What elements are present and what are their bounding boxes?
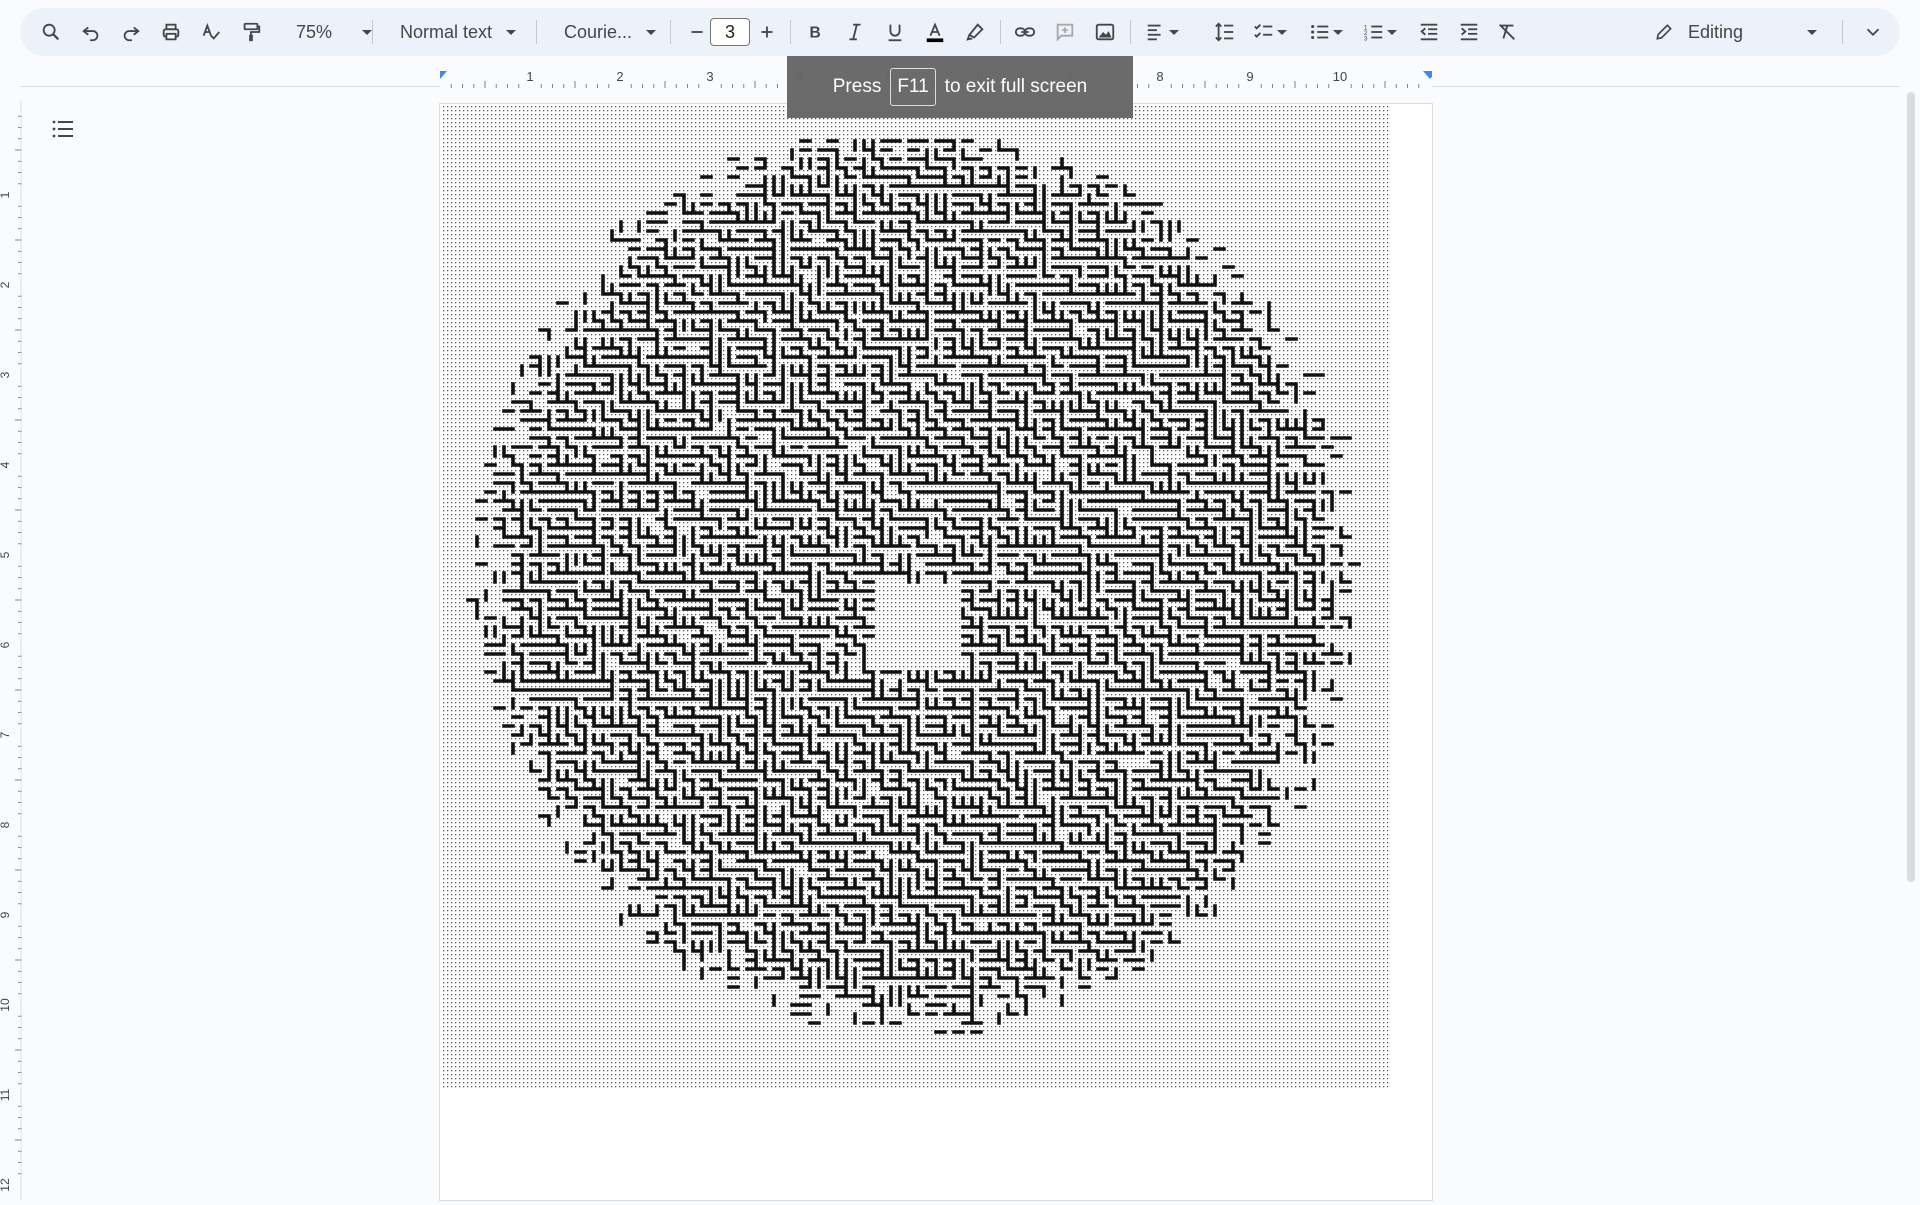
font-value: Courie...: [563, 21, 633, 42]
paragraph-style-value: Normal text: [399, 21, 493, 42]
ruler-number: 1: [0, 191, 12, 198]
ruler-number: 3: [0, 371, 12, 378]
ruler-number: 3: [706, 69, 713, 84]
editing-mode-select[interactable]: Editing: [1654, 8, 1832, 56]
ruler-scale: 123456789101112: [0, 100, 22, 1200]
ruler-number: 8: [0, 821, 12, 828]
increase-indent-icon[interactable]: [1452, 8, 1486, 56]
add-comment-icon[interactable]: [1048, 8, 1082, 56]
line-spacing-icon[interactable]: [1208, 8, 1242, 56]
ruler-number: 11: [0, 1088, 12, 1101]
divider: [1842, 20, 1843, 44]
clear-formatting-icon[interactable]: [1490, 8, 1524, 56]
ruler-number: 9: [0, 911, 12, 918]
numbered-list-button[interactable]: 123: [1358, 8, 1402, 56]
chevron-down-icon: [506, 29, 517, 35]
ruler-number: 5: [0, 551, 12, 558]
align-left-button[interactable]: [1140, 8, 1184, 56]
divider: [536, 20, 537, 44]
ruler-number: 10: [0, 998, 12, 1012]
chevron-down-icon: [1807, 29, 1818, 35]
svg-text:B: B: [810, 25, 821, 42]
font-select[interactable]: Courie...: [550, 8, 670, 56]
font-size-input[interactable]: 3: [710, 18, 750, 46]
text-color-button[interactable]: [918, 8, 952, 56]
bulleted-list-button[interactable]: [1304, 8, 1348, 56]
ruler-number: 12: [0, 1178, 12, 1192]
ruler-number: 4: [0, 461, 12, 468]
insert-link-icon[interactable]: [1008, 8, 1042, 56]
divider: [1130, 20, 1131, 44]
divider: [790, 20, 791, 44]
vertical-ruler[interactable]: 123456789101112: [0, 100, 22, 1200]
divider: [670, 20, 671, 44]
zoom-value: 75%: [295, 21, 333, 42]
bold-button[interactable]: B: [798, 8, 832, 56]
checklist-button[interactable]: [1248, 8, 1292, 56]
italic-button[interactable]: [838, 8, 872, 56]
chevron-down-icon: [1277, 29, 1287, 35]
chevron-down-icon: [1169, 29, 1179, 35]
toast-key: F11: [890, 68, 936, 106]
chevron-down-icon: [362, 29, 373, 35]
spelling-check-icon[interactable]: [194, 8, 228, 56]
ruler-number: 1: [526, 69, 533, 84]
ruler-number: 6: [0, 641, 12, 648]
ruler-number: 2: [616, 69, 623, 84]
chevron-down-icon: [1387, 29, 1397, 35]
underline-button[interactable]: [878, 8, 912, 56]
chevron-down-icon: [646, 29, 657, 35]
hide-menus-button[interactable]: [1856, 8, 1890, 56]
fullscreen-toast: Press F11 to exit full screen: [787, 56, 1133, 118]
insert-image-icon[interactable]: [1088, 8, 1122, 56]
increase-font-size-button[interactable]: [750, 8, 784, 56]
editing-mode-value: Editing: [1688, 21, 1744, 42]
decrease-indent-icon[interactable]: [1412, 8, 1446, 56]
toast-prefix: Press: [832, 76, 882, 97]
maze-pattern-icon: [442, 105, 1388, 1088]
vertical-scrollbar[interactable]: [1907, 92, 1915, 882]
svg-text:3: 3: [1364, 35, 1368, 42]
main-toolbar: 75% Normal text Courie... 3 B 1 2 3 Edit…: [20, 8, 1900, 56]
divider: [372, 20, 373, 44]
ruler-number: 8: [1156, 69, 1163, 84]
redo-icon[interactable]: [114, 8, 148, 56]
search-menus-icon[interactable]: [34, 8, 68, 56]
highlight-color-button[interactable]: [958, 8, 992, 56]
chevron-down-icon: [1333, 29, 1343, 35]
zoom-select[interactable]: 75%: [284, 8, 384, 56]
paint-format-icon[interactable]: [234, 8, 268, 56]
decrease-font-size-button[interactable]: [680, 8, 714, 56]
divider: [1000, 20, 1001, 44]
ruler-number: 9: [1246, 69, 1253, 84]
toast-suffix: to exit full screen: [944, 76, 1088, 97]
ruler-number: 2: [0, 281, 12, 288]
pencil-icon: [1656, 24, 1672, 40]
ruler-number: 7: [0, 731, 12, 738]
paragraph-style-select[interactable]: Normal text: [388, 8, 528, 56]
ruler-number: 10: [1333, 69, 1347, 84]
undo-icon[interactable]: [74, 8, 108, 56]
document-outline-button[interactable]: [46, 114, 80, 144]
print-icon[interactable]: [154, 8, 188, 56]
outline-icon: [52, 120, 73, 138]
